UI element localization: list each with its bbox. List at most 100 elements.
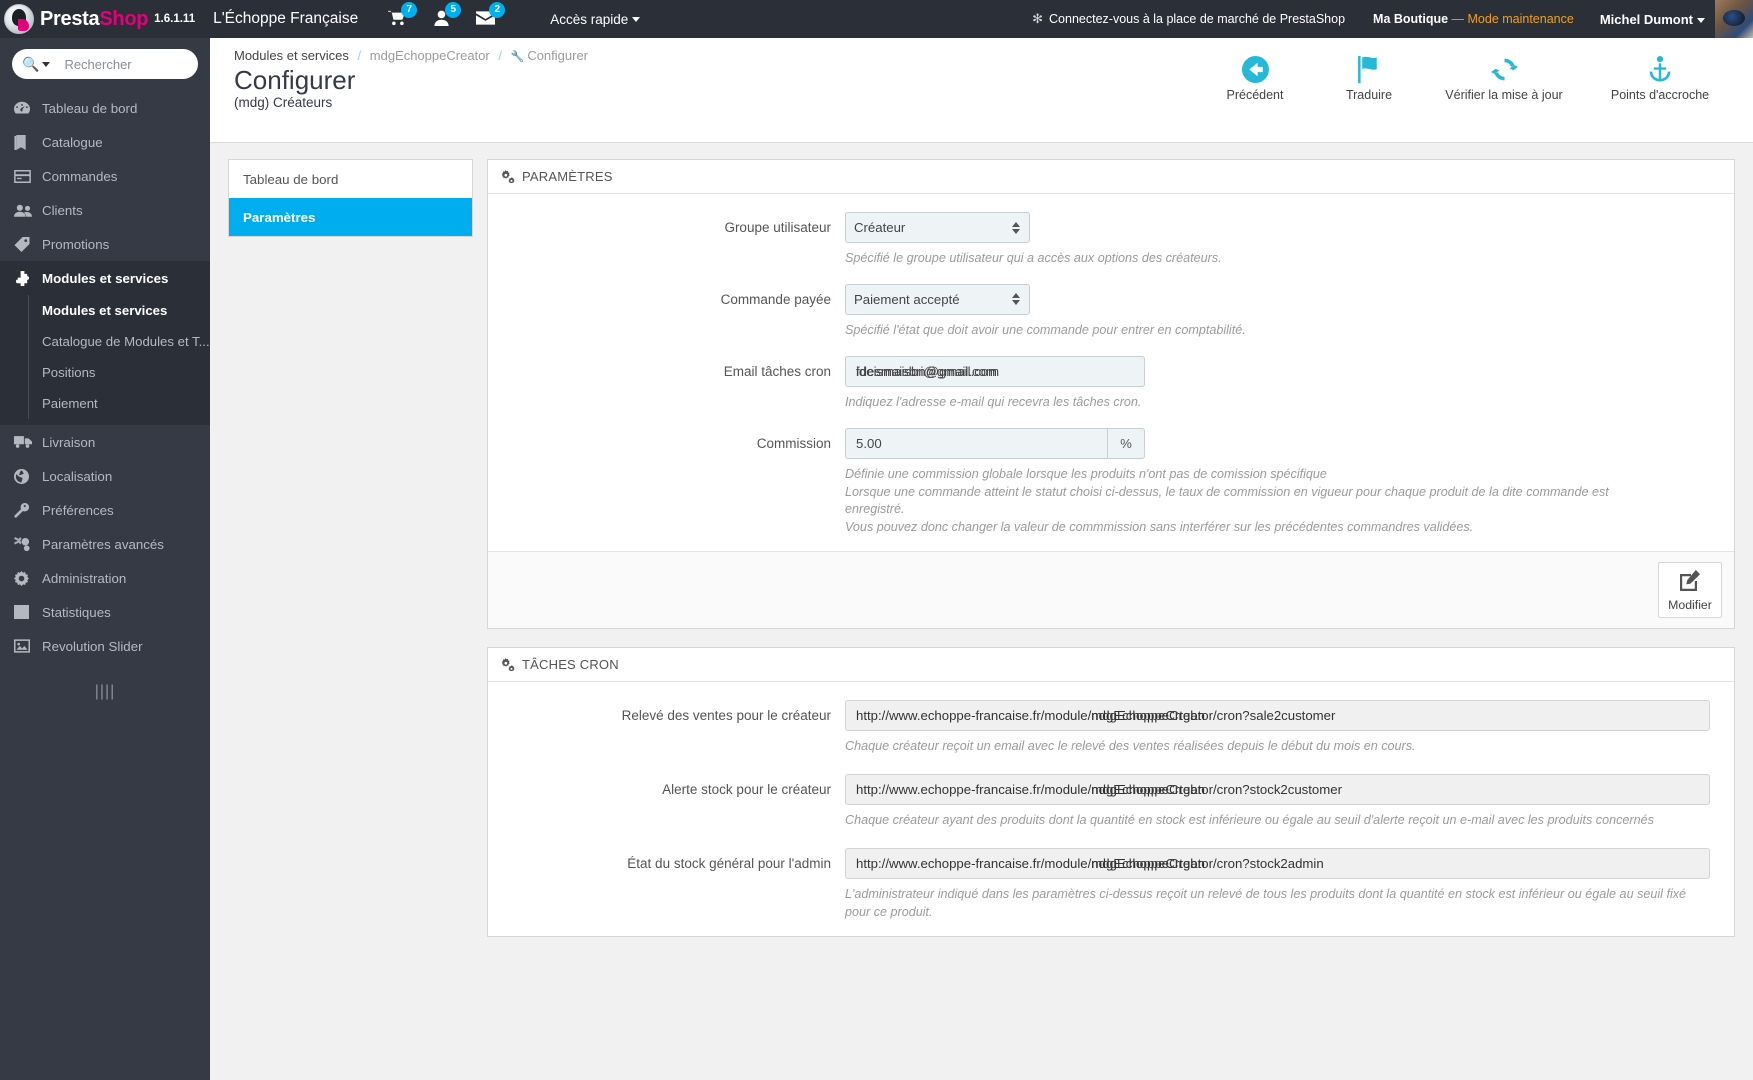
sidebar-item-clients[interactable]: Clients [0,193,210,227]
field-label: Relevé des ventes pour le créateur [621,708,831,724]
breadcrumb-item-modules[interactable]: Modules et services [234,48,349,63]
cron-row-stock2admin: État du stock général pour l'admin ndgEc… [500,847,1722,922]
field-help: Définie une commission globale lorsque l… [845,466,1609,535]
chevron-down-icon [632,17,641,23]
sidebar-subitem-label: Positions [42,365,96,380]
catalog-icon [14,134,42,150]
content-body: Tableau de bord Paramètres PARAMÈTRES Gr… [210,143,1753,955]
tab-label: Paramètres [243,209,316,225]
sidebar-collapse-handle[interactable]: |||| [0,683,210,701]
cron-panel-body: Relevé des ventes pour le créateur ndgEc… [488,682,1734,936]
avatar[interactable] [1715,0,1753,38]
commission-input[interactable] [845,427,1107,459]
sidebar-item-revolution-slider[interactable]: Revolution Slider [0,629,210,663]
breadcrumb-separator: / [357,48,362,63]
cron-url-input-stock2customer[interactable] [845,774,1710,805]
quick-access-menu[interactable]: Accès rapide [550,12,641,27]
sidebar-item-promotions[interactable]: Promotions [0,227,210,261]
sidebar-item-label: Paramètres avancés [42,536,164,552]
groupe-utilisateur-select-wrap: Créateur [845,212,1030,243]
sidebar-item-localisation[interactable]: Localisation [0,459,210,493]
sidebar-item-modules-et-services[interactable]: Modules et services [0,261,210,295]
cron-row-sale2customer: Relevé des ventes pour le créateur ndgEc… [500,700,1722,756]
field-label: État du stock général pour l'admin [627,855,831,871]
sidebar-subitem-modules-et-services[interactable]: Modules et services [0,295,210,326]
sidebar-item-label: Commandes [42,168,118,184]
toolbar-button-traduire[interactable]: Traduire [1315,52,1423,102]
user-menu[interactable]: Michel Dumont [1600,12,1705,27]
commande-payee-select-wrap: Paiement accepté [845,283,1030,315]
tab-tableau-de-bord[interactable]: Tableau de bord [229,160,472,198]
search-icon: 🔍 [22,55,40,72]
settings-panel-header: PARAMÈTRES [488,160,1734,194]
sidebar-search: 🔍 [0,38,243,91]
toolbar-button-verifier-mise-a-jour[interactable]: Vérifier la mise à jour [1429,52,1579,102]
sidebar-item-label: Clients [42,202,83,218]
sidebar-item-label: Préférences [42,502,114,518]
cart-badge-count: 7 [401,2,418,18]
sidebar-item-commandes[interactable]: Commandes [0,159,210,193]
sidebar-item-administration[interactable]: Administration [0,561,210,595]
sidebar-item-livraison[interactable]: Livraison [0,425,210,459]
message-notification[interactable]: 2 [472,2,506,31]
prestashop-logo[interactable] [0,0,38,38]
sidebar-item-label: Tableau de bord [42,100,138,116]
settings-panel-title: PARAMÈTRES [522,169,613,184]
toolbar-button-precedent[interactable]: Précédent [1201,52,1309,102]
settings-panel-footer: Modifier [488,551,1734,629]
sidebar-item-label: Statistiques [42,604,111,620]
sidebar-item-statistiques[interactable]: Statistiques [0,595,210,629]
shop-name: L'Échoppe Française [213,10,359,27]
sidebar-item-tableau-de-bord[interactable]: Tableau de bord [0,91,210,125]
field-label: Commande payée [720,291,831,307]
cron-url-input-stock2admin[interactable] [845,847,1710,879]
marketplace-label: Connectez-vous à la place de marché de P… [1049,12,1346,26]
sidebar-item-preferences[interactable]: Préférences [0,493,210,527]
pencil-square-icon [1679,570,1701,595]
field-groupe-utilisateur: Groupe utilisateur Créateur Spécifié le … [500,212,1722,268]
cron-panel-header: TÂCHES CRON [488,648,1734,683]
sidebar-item-parametres-avances[interactable]: Paramètres avancés [0,527,210,561]
email-input-stack: ideismaisbn@gmail.com [845,355,1145,387]
toolbar-button-points-accroche[interactable]: Points d'accroche [1585,52,1735,102]
sidebar-subitem-label: Paiement [42,396,98,411]
cart-notification[interactable]: 7 [384,2,418,31]
search-box[interactable]: 🔍 [12,49,243,79]
slider-icon [14,639,42,653]
sidebar-item-catalogue[interactable]: Catalogue [0,125,210,159]
tab-label: Tableau de bord [243,171,339,187]
cron-url-input-sale2customer[interactable] [845,700,1710,732]
toolbar-button-label: Précédent [1226,88,1284,102]
modifier-button[interactable]: Modifier [1658,562,1722,619]
settings-panel-body: Groupe utilisateur Créateur Spécifié le … [488,194,1734,551]
user-name-label: Michel Dumont [1599,11,1693,27]
commande-payee-select[interactable]: Paiement accepté [845,283,1030,315]
brand-name[interactable]: PrestaShop [40,8,148,31]
preferences-icon [14,502,42,518]
sidebar-submenu: Modules et services Catalogue de Modules… [0,295,210,425]
modules-icon [14,270,42,286]
module-tabs: Tableau de bord Paramètres [228,159,473,237]
toolbar-button-label: Traduire [1345,88,1393,102]
field-help: Spécifié l'état que doit avoir une comma… [845,322,1246,337]
tab-parametres[interactable]: Paramètres [229,198,472,236]
sidebar-item-label: Modules et services [42,270,169,286]
sidebar-subitem-positions[interactable]: Positions [0,357,210,388]
sidebar-subitem-catalogue-de-modules[interactable]: Catalogue de Modules et T... [0,326,210,357]
prestashop-logo-icon [4,4,34,34]
breadcrumb-item-module-name[interactable]: mdgEchoppeCreator [370,48,490,63]
top-bar: PrestaShop 1.6.1.11 L'Échoppe Française … [0,0,1753,38]
cron-panel: TÂCHES CRON Relevé des ventes pour le cr… [487,647,1735,937]
sidebar-subitem-paiement[interactable]: Paiement [0,388,210,419]
brand-presta: Presta [40,7,100,30]
groupe-utilisateur-select[interactable]: Créateur [845,212,1030,243]
email-taches-cron-input[interactable] [845,355,1145,387]
customer-notification[interactable]: 5 [428,2,462,31]
shop-status[interactable]: Ma Boutique — Mode maintenance [1373,12,1574,26]
refresh-icon [1490,52,1518,86]
marketplace-link[interactable]: ✻ Connectez-vous à la place de marché de… [1032,11,1345,27]
cron-panel-title: TÂCHES CRON [522,657,619,673]
sidebar-item-label: Promotions [42,236,110,252]
brand-shop: Shop [99,7,149,30]
settings-panel: PARAMÈTRES Groupe utilisateur Créateur S… [487,159,1735,630]
